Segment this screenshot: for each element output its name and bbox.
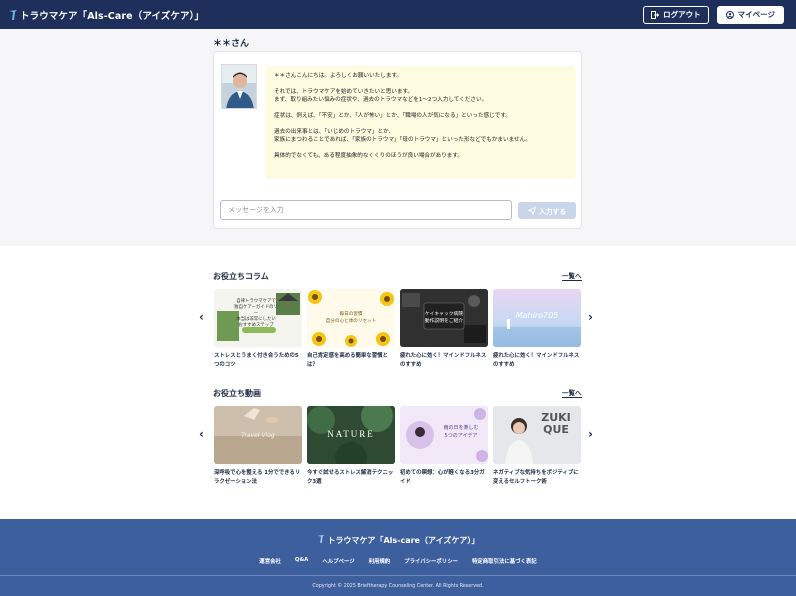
logout-button[interactable]: ログアウト <box>643 5 709 24</box>
column-title: ストレスとうまく付き合うための5つのコツ <box>214 353 299 368</box>
logout-icon <box>651 10 660 19</box>
thumb-text: 毎日の習慣 自分の心と体のリセット <box>325 312 377 324</box>
columns-see-all-link[interactable]: 一覧へ <box>562 272 582 281</box>
videos-prev-arrow-icon[interactable]: ‹ <box>199 428 204 440</box>
column-card[interactable]: 毎日の習慣 自分の心と体のリセット 自己肯定感を高める簡単な習慣とは？ <box>307 289 395 370</box>
send-icon <box>527 206 536 215</box>
column-card[interactable]: 自律トラウマケアで 独自ケアーガイドのリー 本当は非常にしたい おすすめステップ… <box>214 289 302 370</box>
video-title: 初めての瞑想：心が軽くなる3分ガイド <box>400 470 485 485</box>
video-card[interactable]: 雨の日を楽しむ 5つのアイデア 初めての瞑想：心が軽くなる3分ガイド <box>400 406 488 487</box>
video-thumbnail: Travel Vlog <box>214 406 302 464</box>
user-circle-icon <box>725 10 734 19</box>
footer-bottom-bar: Copyright © 2025 Brieftherapy Counseling… <box>0 575 796 596</box>
footer-link-terms[interactable]: 利用規約 <box>369 557 391 565</box>
video-thumbnail: ZUKI QUE <box>493 406 581 464</box>
thumb-text: 雨の日を楽しむ 5つのアイデア <box>443 425 479 439</box>
column-thumbnail: Mahiro705 <box>493 289 581 347</box>
mypage-button[interactable]: マイページ <box>716 5 784 24</box>
message-line: 過去の出来事とは、「いじめのトラウマ」とか、 家族にまつわることであれば、「家族… <box>274 129 531 143</box>
logo-icon <box>9 9 17 20</box>
assistant-message-bubble: ＊＊さんこんにちは。よろしくお願いいたします。 それでは、トラウマケアを始めてい… <box>266 66 576 179</box>
column-thumbnail: 毎日の習慣 自分の心と体のリセット <box>307 289 395 347</box>
message-line: ＊＊さんこんにちは。よろしくお願いいたします。 <box>274 73 403 79</box>
column-title: 自己肯定感を高める簡単な習慣とは？ <box>307 353 388 368</box>
footer-link-help[interactable]: ヘルプページ <box>322 557 354 565</box>
column-thumbnail: ケイキャック病院 動作説明をご紹介 <box>400 289 488 347</box>
video-title: 深呼吸で心を整える 1分でできるリラクゼーション法 <box>214 470 301 485</box>
brand-name: トラウマケア「Als-Care（アイズケア）」 <box>20 10 205 22</box>
video-title: 今すぐ試せるストレス解消テクニック3選 <box>307 470 394 485</box>
thumb-text: NATURE <box>327 429 375 439</box>
message-line: それでは、トラウマケアを始めていきたいと思います。 まず、取り組みたい悩みの症状… <box>274 89 488 103</box>
brand-logo[interactable]: トラウマケア「Als-Care（アイズケア）」 <box>8 8 204 22</box>
send-button[interactable]: 入力する <box>518 202 576 219</box>
footer-link-company[interactable]: 運営会社 <box>259 557 281 565</box>
column-title: 疲れた心に効く！マインドフルネスのすすめ <box>400 353 487 368</box>
site-footer: トラウマケア「Als-care（アイズケア）」 運営会社 Q&A ヘルプページ … <box>0 519 796 596</box>
thumb-text: ケイキャック病院 動作説明をご紹介 <box>424 312 464 324</box>
chat-card: ＊＊さんこんにちは。よろしくお願いいたします。 それでは、トラウマケアを始めてい… <box>213 51 582 229</box>
thumb-text: Travel Vlog <box>241 432 275 439</box>
message-line: 症状は、例えば、「不安」とか、「人が怖い」とか、「職場の人が気になる」といった感… <box>274 113 511 119</box>
footer-brand[interactable]: トラウマケア「Als-care（アイズケア）」 <box>0 534 796 546</box>
footer-link-privacy[interactable]: プライバシーポリシー <box>404 557 458 565</box>
thumb-text: 自律トラウマケアで 独自ケアーガイドのリー 本当は非常にしたい おすすめステップ <box>234 299 278 328</box>
columns-section-title: お役立ちコラム <box>213 272 269 281</box>
message-line: 具体的でなくても、ある程度抽象的なくくりのほうが良い場合があります。 <box>274 153 464 159</box>
copyright: Copyright © 2025 Brieftherapy Counseling… <box>312 584 484 589</box>
columns-next-arrow-icon[interactable]: › <box>588 311 593 323</box>
video-card[interactable]: Travel Vlog 深呼吸で心を整える 1分でできるリラクゼーション法 <box>214 406 302 487</box>
column-title: 疲れた心に効く！マインドフルネスのすすめ <box>493 353 580 368</box>
column-card[interactable]: ケイキャック病院 動作説明をご紹介 疲れた心に効く！マインドフルネスのすすめ <box>400 289 488 370</box>
columns-prev-arrow-icon[interactable]: ‹ <box>199 311 204 323</box>
thumb-text: ZUKI QUE <box>541 411 571 436</box>
column-card[interactable]: Mahiro705 疲れた心に効く！マインドフルネスのすすめ <box>493 289 581 370</box>
video-card[interactable]: NATURE 今すぐ試せるストレス解消テクニック3選 <box>307 406 395 487</box>
footer-nav: 運営会社 Q&A ヘルプページ 利用規約 プライバシーポリシー 特定商取引法に基… <box>0 557 796 565</box>
video-title: ネガティブな気持ちをポジティブに変えるセルフトーク術 <box>493 470 579 485</box>
video-thumbnail: 雨の日を楽しむ 5つのアイデア <box>400 406 488 464</box>
video-card[interactable]: ZUKI QUE ネガティブな気持ちをポジティブに変えるセルフトーク術 <box>493 406 581 487</box>
counselor-avatar <box>221 64 257 109</box>
videos-see-all-link[interactable]: 一覧へ <box>562 389 582 398</box>
logo-icon <box>317 535 324 543</box>
videos-next-arrow-icon[interactable]: › <box>588 428 593 440</box>
video-thumbnail: NATURE <box>307 406 395 464</box>
footer-link-tokushoho[interactable]: 特定商取引法に基づく表記 <box>472 557 537 565</box>
footer-link-qa[interactable]: Q&A <box>295 557 308 565</box>
app-header: トラウマケア「Als-Care（アイズケア）」 ログアウト マイページ <box>0 0 796 29</box>
message-input[interactable]: メッセージを入力 <box>220 200 512 220</box>
column-thumbnail: 自律トラウマケアで 独自ケアーガイドのリー 本当は非常にしたい おすすめステップ <box>214 289 302 347</box>
videos-section-title: お役立ち動画 <box>213 389 261 398</box>
thumb-text: Mahiro705 <box>515 311 559 320</box>
user-name: ＊＊さん <box>213 39 250 49</box>
